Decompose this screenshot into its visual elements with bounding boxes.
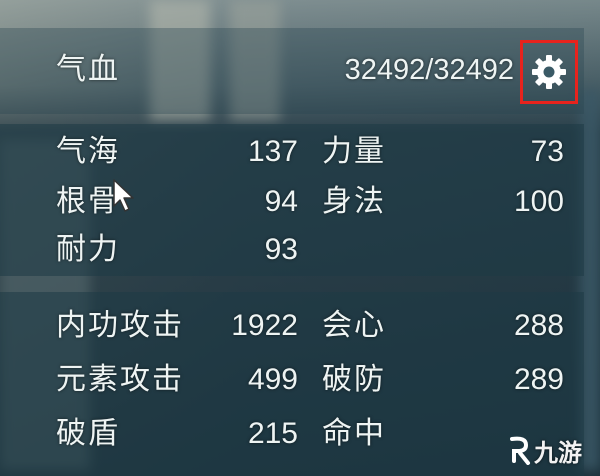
stat-label-element-attack: 元素攻击: [56, 362, 184, 397]
stat-label-huixin: 会心: [322, 308, 386, 343]
stat-label-mingzhong: 命中: [322, 416, 386, 451]
hp-label: 气血: [56, 52, 120, 87]
mouse-cursor-icon: [113, 179, 134, 212]
stat-label-shenfa: 身法: [322, 184, 386, 219]
settings-button[interactable]: [520, 40, 578, 104]
stat-value-liliang: 73: [530, 135, 564, 168]
stat-value-neigong-attack: 1922: [231, 309, 298, 342]
gear-icon: [532, 55, 566, 89]
stat-value-gengu: 94: [264, 185, 298, 218]
stat-label-liliang: 力量: [322, 134, 386, 169]
character-stats-screen: 气血 32492/32492 气海 137 力量 73 根骨 94 身法 100…: [0, 0, 600, 476]
stat-label-gengu: 根骨: [56, 184, 120, 219]
stat-value-podun: 215: [247, 417, 298, 450]
watermark-text: 九游: [534, 438, 582, 467]
stat-value-qihai: 137: [247, 135, 298, 168]
stat-value-element-attack: 499: [247, 363, 298, 396]
stat-label-neigong-attack: 内功攻击: [56, 308, 184, 343]
jiuyou-logo-icon: [510, 436, 530, 465]
hp-value: 32492/32492: [344, 54, 514, 86]
stat-label-pofang: 破防: [322, 362, 386, 397]
stat-label-podun: 破盾: [56, 416, 120, 451]
stat-label-naili: 耐力: [56, 232, 120, 267]
stat-value-pofang: 289: [513, 363, 564, 396]
stat-value-naili: 93: [264, 233, 298, 266]
stat-value-shenfa: 100: [513, 185, 564, 218]
stat-label-qihai: 气海: [56, 134, 120, 169]
stat-value-huixin: 288: [513, 309, 564, 342]
watermark: 九游: [506, 432, 582, 468]
